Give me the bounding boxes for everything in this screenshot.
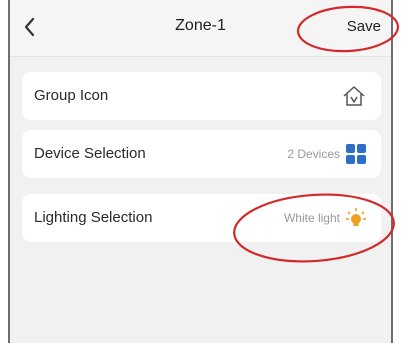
- device-selection-row[interactable]: Device Selection 2 Devices: [22, 130, 381, 178]
- group-icon-row[interactable]: Group Icon: [22, 72, 381, 120]
- lighting-value: White light: [283, 211, 340, 225]
- grid-icon: [346, 144, 366, 164]
- save-button[interactable]: Save: [347, 18, 381, 35]
- app-screen: Zone-1 Save Group Icon Device Selection …: [8, 0, 393, 343]
- group-icon-label: Group Icon: [34, 87, 109, 104]
- light-icon: [346, 208, 366, 226]
- device-selection-label: Device Selection: [34, 145, 146, 162]
- page-title: Zone-1: [175, 17, 226, 34]
- lighting-selection-label: Lighting Selection: [34, 209, 153, 226]
- home-icon: [343, 86, 365, 106]
- device-count: 2 Devices: [287, 147, 340, 161]
- nav-header: Zone-1 Save: [10, 0, 391, 57]
- lighting-selection-row[interactable]: Lighting Selection White light: [22, 194, 381, 242]
